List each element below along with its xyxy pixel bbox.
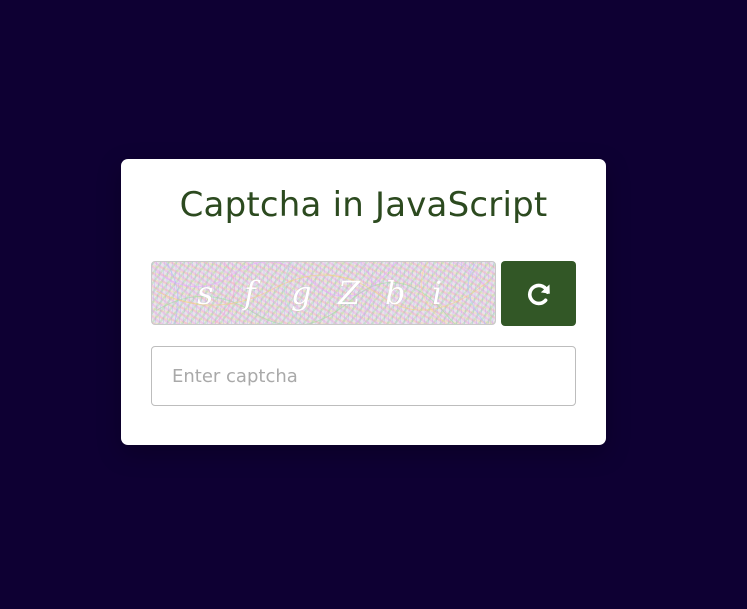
captcha-char: b xyxy=(385,274,406,312)
captcha-char: f xyxy=(244,274,256,312)
captcha-input[interactable] xyxy=(151,346,576,406)
refresh-icon xyxy=(527,283,550,305)
captcha-char: g xyxy=(291,274,312,312)
captcha-card: Captcha in JavaScript s f g Z b i Enter … xyxy=(121,159,606,445)
captcha-row: s f g Z b i xyxy=(151,261,576,326)
captcha-char: i xyxy=(432,274,443,312)
page-title: Captcha in JavaScript xyxy=(179,185,548,225)
captcha-input-wrapper xyxy=(151,346,576,406)
captcha-char: s xyxy=(197,274,214,312)
refresh-captcha-button[interactable] xyxy=(501,261,576,326)
captcha-image: s f g Z b i xyxy=(151,261,496,325)
captcha-text: s f g Z b i xyxy=(152,262,495,324)
captcha-char: Z xyxy=(338,274,361,312)
